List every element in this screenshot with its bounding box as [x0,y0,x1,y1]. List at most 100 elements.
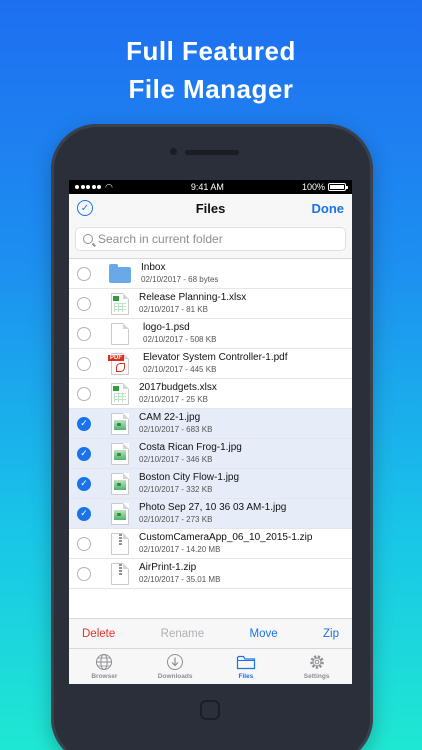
file-list: Inbox 02/10/2017 - 68 bytes Release Planni… [69,259,352,618]
file-row[interactable]: CustomCameraApp_06_10_2015-1.zip 02/10/20… [69,529,352,559]
document-icon [111,322,129,345]
tab-files[interactable]: Files [211,649,282,684]
image-file-icon [111,412,129,435]
file-date: 02/10/2017 [143,335,184,344]
battery-percent: 100% [301,182,325,192]
file-details: 02/10/2017 - 14.20 MB [139,545,312,555]
file-size: 68 bytes [188,275,219,284]
file-size: 445 KB [190,365,217,374]
file-row[interactable]: 2017budgets.xlsx 02/10/2017 - 25 KB [69,379,352,409]
file-row[interactable]: PDF Elevator System Controller-1.pdf 02/10… [69,349,352,379]
file-meta: Boston City Flow-1.jpg 02/10/2017 - 332 K… [139,472,239,495]
file-row[interactable]: ✓ Boston City Flow-1.jpg 02/10/2017 - 332 … [69,469,352,499]
file-details: 02/10/2017 - 68 bytes [141,275,218,285]
rename-button[interactable]: Rename [161,628,204,640]
file-date: 02/10/2017 [141,275,182,284]
tab-settings[interactable]: Settings [281,649,352,684]
file-meta: 2017budgets.xlsx 02/10/2017 - 25 KB [139,382,217,405]
status-time: 9:41 AM [190,182,224,192]
file-meta: logo-1.psd 02/10/2017 - 508 KB [143,322,216,345]
file-date: 02/10/2017 [139,545,180,554]
file-meta: Costa Rican Frog-1.jpg 02/10/2017 - 346 K… [139,442,242,465]
battery-icon [327,183,348,191]
file-row[interactable]: ✓ CAM 22-1.jpg 02/10/2017 - 683 KB [69,409,352,439]
select-circle[interactable] [77,356,91,371]
status-bar: ◠ 9:41 AM 100% [69,180,352,194]
folder-icon [236,655,255,670]
promo-headline: Full Featured File Manager [0,32,422,108]
file-details: 02/10/2017 - 332 KB [139,485,239,495]
app-screen: ◠ 9:41 AM 100% ✓ Files Done Inbox 02/10/2… [69,180,352,684]
checkmark-circle-icon[interactable]: ✓ [77,200,93,216]
file-name: 2017budgets.xlsx [139,382,217,393]
file-name: AirPrint-1.zip [139,562,197,573]
tab-label-settings: Settings [303,673,330,680]
zip-file-icon [111,532,129,555]
file-name: CAM 22-1.jpg [139,412,201,423]
file-meta: CustomCameraApp_06_10_2015-1.zip 02/10/20… [139,532,312,555]
file-size: 683 KB [186,425,213,434]
search-input[interactable] [98,232,338,246]
navigation-bar: ✓ Files Done [69,194,352,222]
zip-file-icon [111,562,129,585]
file-size: 508 KB [190,335,217,344]
select-circle[interactable] [77,266,91,281]
file-name: Inbox [141,262,166,273]
file-row[interactable]: Release Planning-1.xlsx 02/10/2017 - 81 K… [69,289,352,319]
file-date: 02/10/2017 [139,515,180,524]
file-details: 02/10/2017 - 508 KB [143,335,216,345]
file-row[interactable]: Inbox 02/10/2017 - 68 bytes [69,259,352,289]
select-circle[interactable] [77,536,91,551]
tab-browser[interactable]: Browser [69,649,140,684]
done-button[interactable]: Done [312,201,345,216]
wifi-icon: ◠ [105,181,113,192]
file-row[interactable]: AirPrint-1.zip 02/10/2017 - 35.01 MB [69,559,352,589]
search-field[interactable] [75,227,346,251]
home-button[interactable] [200,700,220,720]
file-details: 02/10/2017 - 273 KB [139,515,286,525]
file-details: 02/10/2017 - 25 KB [139,395,217,405]
file-name: CustomCameraApp_06_10_2015-1.zip [139,532,313,543]
file-name: Elevator System Controller-1.pdf [143,352,288,363]
selected-checkmark-icon[interactable]: ✓ [77,506,91,521]
selected-checkmark-icon[interactable]: ✓ [77,416,91,431]
image-file-icon [111,472,129,495]
file-date: 02/10/2017 [143,365,184,374]
file-date: 02/10/2017 [139,395,180,404]
camera-icon [170,148,177,155]
zip-button[interactable]: Zip [323,628,339,640]
selected-checkmark-icon[interactable]: ✓ [77,446,91,461]
file-size: 35.01 MB [186,575,221,584]
tab-label-files: Files [238,673,254,680]
tab-downloads[interactable]: Downloads [140,649,211,684]
file-name: Photo Sep 27, 10 36 03 AM-1.jpg [139,502,287,513]
image-file-icon [111,502,129,525]
spreadsheet-icon [111,382,129,405]
page-title: Files [195,200,226,216]
file-meta: Elevator System Controller-1.pdf 02/10/20… [143,352,288,375]
signal-dots-icon [75,185,101,189]
select-circle[interactable] [77,566,91,581]
file-name: Release Planning-1.xlsx [139,292,247,303]
selected-checkmark-icon[interactable]: ✓ [77,476,91,491]
folder-icon [109,263,131,283]
delete-button[interactable]: Delete [82,628,115,640]
file-meta: Photo Sep 27, 10 36 03 AM-1.jpg 02/10/201… [139,502,286,525]
select-circle[interactable] [77,386,91,401]
file-details: 02/10/2017 - 81 KB [139,305,246,315]
file-details: 02/10/2017 - 35.01 MB [139,575,220,585]
file-size: 332 KB [186,485,213,494]
file-meta: Inbox 02/10/2017 - 68 bytes [141,262,218,285]
pdf-badge: PDF [108,354,124,361]
file-row[interactable]: logo-1.psd 02/10/2017 - 508 KB [69,319,352,349]
select-circle[interactable] [77,326,91,341]
file-details: 02/10/2017 - 445 KB [143,365,288,375]
headline-line-2: File Manager [128,74,294,104]
file-date: 02/10/2017 [139,575,180,584]
select-circle[interactable] [77,296,91,311]
file-row[interactable]: ✓ Photo Sep 27, 10 36 03 AM-1.jpg 02/10/20… [69,499,352,529]
move-button[interactable]: Move [250,628,278,640]
file-row[interactable]: ✓ Costa Rican Frog-1.jpg 02/10/2017 - 346 … [69,439,352,469]
tab-label-browser: Browser [91,673,118,680]
file-date: 02/10/2017 [139,305,180,314]
